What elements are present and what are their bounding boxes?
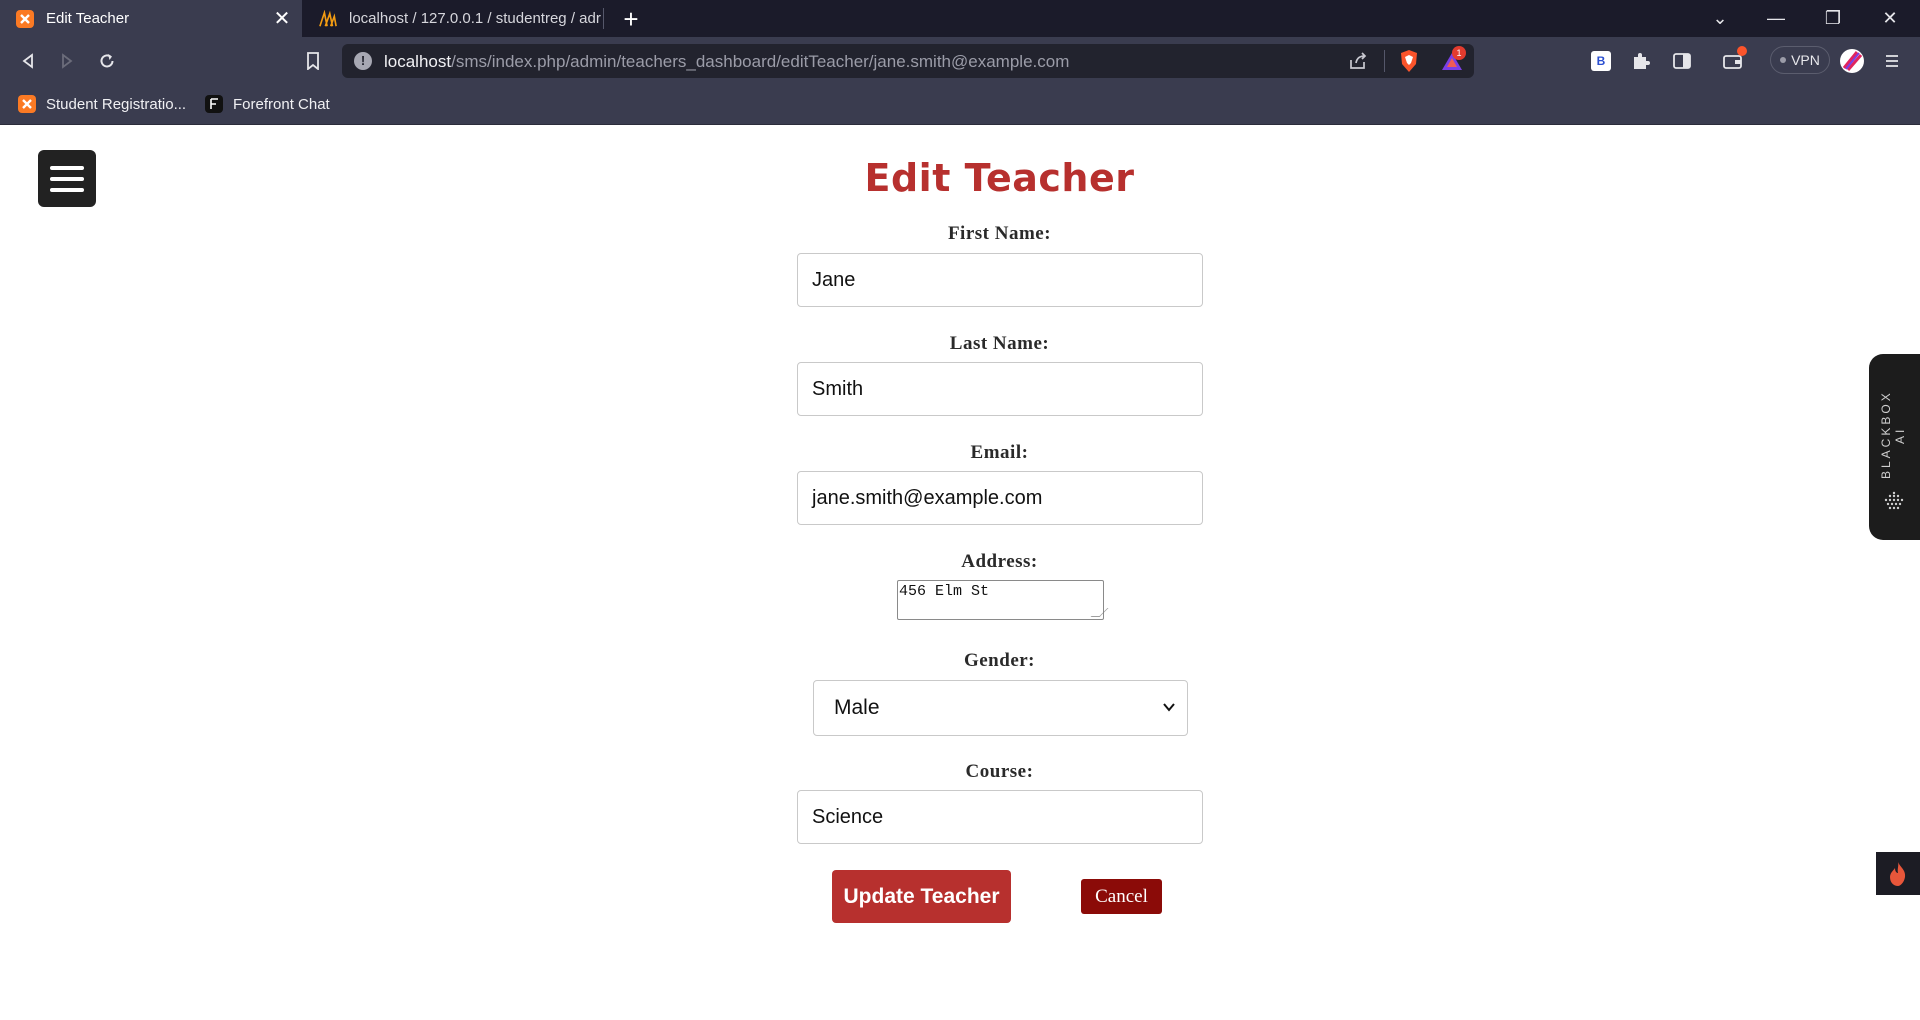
bookmark-button[interactable] <box>299 47 327 75</box>
close-tab-icon[interactable]: ✕ <box>270 6 294 31</box>
email-input[interactable]: jane.smith@example.com <box>797 471 1203 525</box>
wallet-notification-dot <box>1737 46 1747 56</box>
brave-rewards-icon[interactable]: 1 <box>1440 46 1466 78</box>
reload-icon <box>100 54 114 68</box>
chevron-down-icon <box>1163 703 1175 712</box>
tab-edit-teacher[interactable]: Edit Teacher ✕ <box>0 0 302 37</box>
phpmyadmin-icon <box>319 9 337 28</box>
url-text: localhost/sms/index.php/admin/teachers_d… <box>384 52 1070 71</box>
xampp-icon <box>16 9 34 28</box>
tab-strip: Edit Teacher ✕ localhost / 127.0.0.1 / s… <box>0 0 1920 37</box>
tab-title: localhost / 127.0.0.1 / studentreg / adr <box>349 10 601 27</box>
address-bar[interactable]: ! localhost/sms/index.php/admin/teachers… <box>342 44 1474 78</box>
tab-search-chevron-icon[interactable]: ⌄ <box>1692 0 1748 37</box>
minimize-button[interactable]: — <box>1748 0 1804 37</box>
blackbox-ai-label: BLACKBOX AI <box>1879 390 1907 480</box>
reload-button[interactable] <box>93 47 121 75</box>
back-icon <box>22 53 33 69</box>
share-icon[interactable] <box>1348 51 1368 76</box>
brave-shields-icon[interactable] <box>1398 49 1420 78</box>
rewards-badge: 1 <box>1452 46 1466 60</box>
first-name-input[interactable]: Jane <box>797 253 1203 307</box>
back-button[interactable] <box>14 47 42 75</box>
bookmark-forefront-chat[interactable]: Forefront Chat <box>205 93 330 115</box>
profile-avatar-icon[interactable] <box>1838 47 1866 75</box>
gender-select[interactable]: Male <box>813 680 1188 736</box>
bookmark-student-registration[interactable]: Student Registratio... <box>18 93 186 115</box>
forward-button[interactable] <box>53 47 81 75</box>
bookmark-icon <box>307 52 319 70</box>
bookmark-label: Forefront Chat <box>233 95 330 113</box>
tab-title: Edit Teacher <box>46 10 130 27</box>
page-title: Edit Teacher <box>864 156 1135 200</box>
course-input[interactable]: Science <box>797 790 1203 844</box>
flame-icon <box>1890 861 1906 886</box>
email-label: Email: <box>970 442 1029 463</box>
urlbar-divider <box>1384 50 1385 72</box>
bookmark-label: Student Registratio... <box>46 95 187 113</box>
extensions-puzzle-icon[interactable] <box>1627 47 1655 75</box>
site-info-icon[interactable]: ! <box>354 52 372 70</box>
address-label: Address: <box>961 551 1038 572</box>
address-textarea[interactable]: 456 Elm St <box>897 580 1109 620</box>
last-name-label: Last Name: <box>949 333 1050 354</box>
sidebar-toggle-icon[interactable] <box>1668 47 1696 75</box>
vpn-status-dot <box>1780 57 1787 63</box>
gender-label: Gender: <box>963 650 1036 671</box>
browser-toolbar: ! localhost/sms/index.php/admin/teachers… <box>0 37 1920 84</box>
tab-divider <box>603 8 604 29</box>
vpn-button[interactable]: VPN <box>1770 46 1830 74</box>
address-value: 456 Elm St <box>899 583 990 600</box>
tab-phpmyadmin[interactable]: localhost / 127.0.0.1 / studentreg / adr <box>303 0 603 37</box>
forward-icon <box>62 53 73 69</box>
blackbox-ai-icon <box>1883 490 1905 512</box>
gender-selected-value: Male <box>834 696 880 719</box>
vpn-label: VPN <box>1791 52 1820 68</box>
new-tab-button[interactable]: + <box>616 4 646 34</box>
course-label: Course: <box>965 761 1034 782</box>
wallet-icon[interactable] <box>1719 46 1747 75</box>
bookmarks-bar: Student Registratio... Forefront Chat <box>0 84 1920 125</box>
browser-menu-icon[interactable] <box>1878 47 1906 75</box>
close-window-button[interactable]: ✕ <box>1862 0 1918 37</box>
last-name-input[interactable]: Smith <box>797 362 1203 416</box>
forefront-icon <box>205 95 223 113</box>
first-name-label: First Name: <box>947 223 1052 244</box>
update-teacher-button[interactable]: Update Teacher <box>832 870 1011 923</box>
codeigniter-debug-button[interactable] <box>1876 852 1920 895</box>
page-content: Edit Teacher First Name: Jane Last Name:… <box>0 125 1920 1020</box>
xampp-icon <box>18 95 36 113</box>
resize-handle-icon[interactable] <box>1090 608 1109 617</box>
restore-button[interactable]: ❐ <box>1805 0 1861 37</box>
extension-b-icon[interactable]: B <box>1587 47 1615 75</box>
cancel-button[interactable]: Cancel <box>1081 879 1162 914</box>
